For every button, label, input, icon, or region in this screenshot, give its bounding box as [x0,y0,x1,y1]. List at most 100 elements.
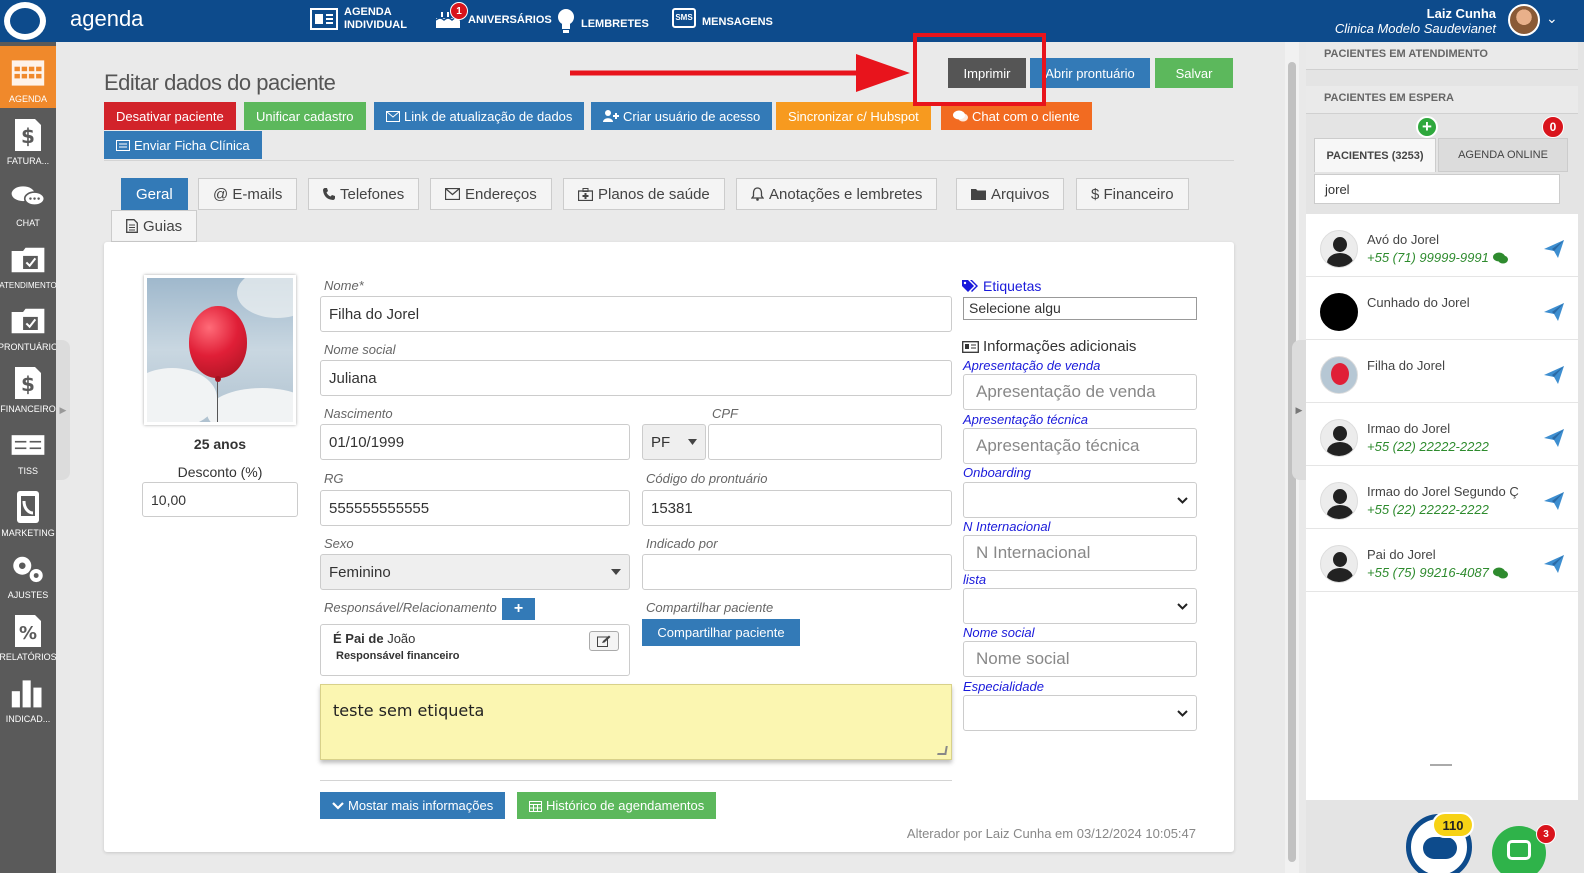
indicado-input[interactable] [642,554,952,590]
folder-check-icon [10,243,46,277]
send-icon[interactable] [1544,555,1564,573]
add-responsavel-button[interactable]: + [502,598,535,620]
list-item[interactable]: Pai do Jorel +55 (75) 99216-4087 [1306,529,1578,592]
nascimento-input[interactable]: 01/10/1999 [320,424,630,460]
send-icon[interactable] [1544,366,1564,384]
desconto-input[interactable]: 10,00 [142,482,298,517]
enviar-ficha-button[interactable]: Enviar Ficha Clínica [104,131,262,159]
tab-pacientes[interactable]: PACIENTES (3253) [1314,138,1436,172]
patient-photo[interactable] [144,275,296,425]
sidebar-item-faturamento[interactable]: $ FATURA... [0,108,56,170]
note-textarea[interactable]: teste sem etiqueta [320,684,952,760]
sidebar-item-relatorios[interactable]: % RELATÓRIOS [0,604,57,666]
sidebar-item-prontuario[interactable]: PRONTUÁRIO [0,294,58,356]
salvar-button[interactable]: Salvar [1155,58,1233,88]
nav-lembretes[interactable]: LEMBRETES [557,8,649,34]
cpf-input[interactable] [708,424,942,460]
apresentacao-venda-input[interactable]: Apresentação de venda [963,374,1197,410]
tab-planos-saude[interactable]: Planos de saúde [563,178,725,210]
tab-enderecos[interactable]: Endereços [430,178,552,210]
sidebar-item-agenda[interactable]: AGENDA [0,46,56,108]
nav-agenda-individual[interactable]: AGENDA INDIVIDUAL [310,6,407,32]
calendar-icon [310,8,338,30]
sidebar-item-financeiro[interactable]: $ FINANCEIRO [0,356,56,418]
mostrar-mais-button[interactable]: Mostar mais informações [320,792,506,819]
divider [104,160,1234,161]
send-icon[interactable] [1544,492,1564,510]
em-espera-header[interactable]: PACIENTES EM ESPERA [1306,86,1578,114]
nome-social-input[interactable]: Juliana [320,360,952,396]
avatar [1320,419,1358,457]
list-item[interactable]: Filha do Jorel [1306,340,1578,403]
tags-icon [962,279,978,292]
tab-anotacoes[interactable]: Anotações e lembretes [736,178,938,210]
list-item[interactable]: Irmao do Jorel +55 (22) 22222-2222 [1306,403,1578,466]
rg-input[interactable]: 555555555555 [320,490,630,526]
chevron-down-icon [1177,496,1188,504]
app-logo[interactable] [4,2,46,40]
sidebar-item-ajustes[interactable]: AJUSTES [0,542,56,604]
nav-mensagens[interactable]: SMS MENSAGENS [672,6,773,29]
cpf-type-select[interactable]: PF [642,424,706,460]
svg-text:$: $ [21,372,35,396]
tab-guias[interactable]: Guias [111,210,198,242]
especialidade-select[interactable] [963,695,1197,731]
list-item[interactable]: Avó do Jorel +55 (71) 99999-9991 [1306,214,1578,277]
compartilhar-paciente-button[interactable]: Compartilhar paciente [642,619,800,646]
sidebar-item-indicadores[interactable]: INDICAD... [0,666,56,728]
tab-financeiro[interactable]: $ Financeiro [1076,178,1189,210]
panel-resize-handle[interactable] [1430,764,1452,766]
sexo-select[interactable]: Feminino [320,554,630,590]
user-avatar[interactable] [1508,4,1540,36]
etiquetas-select[interactable]: Selecione algu [963,297,1197,320]
abrir-prontuario-button[interactable]: Abrir prontuário [1030,58,1150,88]
sincronizar-hubspot-button[interactable]: Sincronizar c/ Hubspot [776,102,931,130]
send-icon[interactable] [1544,429,1564,447]
lista-select[interactable] [963,588,1197,624]
patient-search-input[interactable]: jorel [1314,174,1560,204]
add-patient-button[interactable]: + [1416,116,1438,138]
send-icon[interactable] [1544,240,1564,258]
resize-handle-icon[interactable] [937,746,948,755]
tab-geral[interactable]: Geral [121,178,188,210]
n-internacional-input[interactable]: N Internacional [963,535,1197,571]
unificar-cadastro-button[interactable]: Unificar cadastro [244,102,366,130]
sidebar-collapse-handle[interactable]: ▶ [56,340,70,480]
desativar-paciente-button[interactable]: Desativar paciente [104,102,236,130]
onboarding-select[interactable] [963,482,1197,518]
link-atualizacao-button[interactable]: Link de atualização de dados [374,102,585,130]
list-item[interactable]: Cunhado do Jorel [1306,277,1578,340]
right-panel-collapse-handle[interactable]: ▶ [1292,340,1306,480]
tab-arquivos[interactable]: Arquivos [956,178,1065,210]
chat-cliente-button[interactable]: Chat com o cliente [941,102,1092,130]
apresentacao-tecnica-input[interactable]: Apresentação técnica [963,428,1197,464]
sidebar-item-atendimento[interactable]: ATENDIMENTO [0,232,57,294]
dollar-document-icon: $ [10,366,46,400]
extra-nome-social-input[interactable]: Nome social [963,641,1197,677]
list-item[interactable]: Irmao do Jorel Segundo Ç +55 (22) 22222-… [1306,466,1578,529]
clinic-name: Clinica Modelo Saudevianet [1334,21,1496,36]
sidebar-item-chat[interactable]: CHAT [0,170,56,232]
top-bar: agenda AGENDA INDIVIDUAL ANIVERSÁRIOS 1 L… [0,0,1584,42]
caret-down-icon [688,439,697,445]
edit-relationship-button[interactable] [589,631,619,651]
em-atendimento-header[interactable]: PACIENTES EM ATENDIMENTO [1306,42,1578,70]
codigo-prontuario-input[interactable]: 15381 [642,490,952,526]
criar-usuario-button[interactable]: Criar usuário de acesso [591,102,773,130]
tab-agenda-online[interactable]: AGENDA ONLINE [1438,138,1568,172]
user-info[interactable]: Laiz Cunha Clinica Modelo Saudevianet [1335,6,1496,36]
chevron-down-icon[interactable]: ⌄ [1546,10,1558,27]
folder-icon [971,189,986,200]
tab-telefones[interactable]: Telefones [308,178,420,210]
tab-emails[interactable]: @ E-mails [198,178,298,210]
nome-input[interactable]: Filha do Jorel [320,296,952,332]
historico-agendamentos-button[interactable]: Histórico de agendamentos [517,792,717,819]
sidebar-item-marketing[interactable]: MARKETING [0,480,56,542]
annotation-arrow [570,54,910,92]
send-icon[interactable] [1544,303,1564,321]
sidebar-item-tiss[interactable]: TISS [0,418,56,480]
chat-icon [1507,840,1531,860]
left-sidebar: AGENDA $ FATURA... CHAT ATENDIMENTO PRON… [0,42,58,873]
indicado-label: Indicado por [646,536,718,551]
envelope-icon [445,188,460,200]
